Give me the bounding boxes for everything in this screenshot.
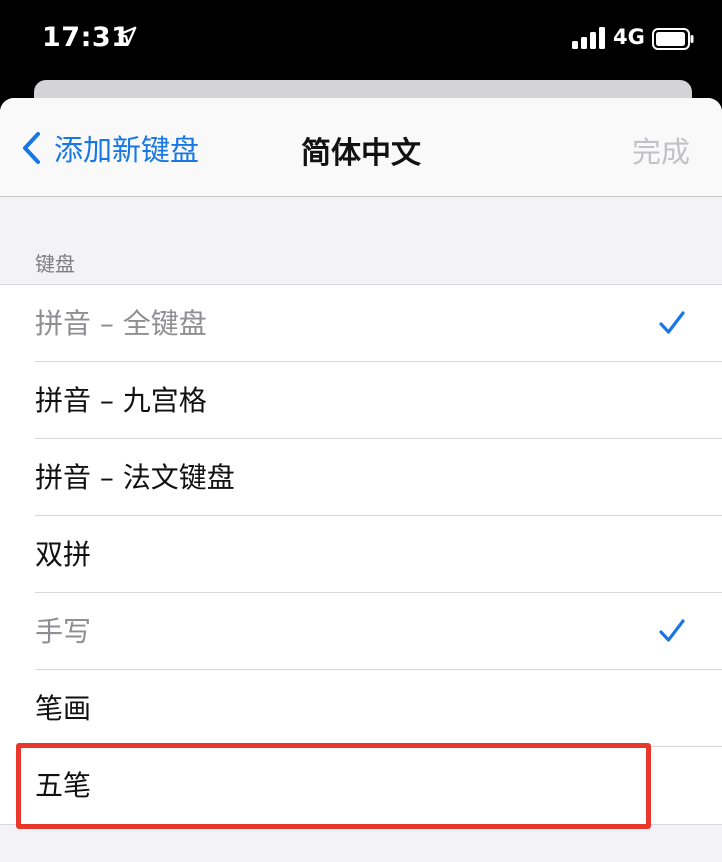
page-title: 简体中文 xyxy=(301,136,421,171)
battery-icon xyxy=(652,28,694,50)
keyboard-label: 双拼 xyxy=(35,538,92,571)
keyboard-row-shuangpin[interactable]: 双拼 xyxy=(0,516,722,593)
keyboard-label: 拼音 – 九宫格 xyxy=(35,384,207,417)
section-header: 键盘 xyxy=(35,252,75,276)
keyboard-label: 拼音 – 法文键盘 xyxy=(35,461,235,494)
done-button[interactable]: 完成 xyxy=(632,129,690,171)
checkmark-icon xyxy=(659,311,685,334)
navigation-bar: 添加新键盘 简体中文 完成 xyxy=(0,98,722,197)
keyboard-row-pinyin-full[interactable]: 拼音 – 全键盘 xyxy=(0,285,722,362)
keyboard-label: 笔画 xyxy=(35,692,92,725)
checkmark-icon xyxy=(659,619,685,642)
signal-bars-icon xyxy=(572,27,605,49)
keyboard-row-pinyin-nine-grid[interactable]: 拼音 – 九宫格 xyxy=(0,362,722,439)
location-arrow-icon xyxy=(117,26,137,46)
keyboard-label: 手写 xyxy=(35,615,92,648)
keyboard-label: 拼音 – 全键盘 xyxy=(35,307,207,340)
keyboard-row-handwriting[interactable]: 手写 xyxy=(0,593,722,670)
network-type: 4G xyxy=(613,25,645,49)
highlight-box xyxy=(16,743,651,829)
keyboard-row-pinyin-french[interactable]: 拼音 – 法文键盘 xyxy=(0,439,722,516)
status-bar: 17:31 4G xyxy=(0,0,722,80)
keyboard-row-stroke[interactable]: 笔画 xyxy=(0,670,722,747)
